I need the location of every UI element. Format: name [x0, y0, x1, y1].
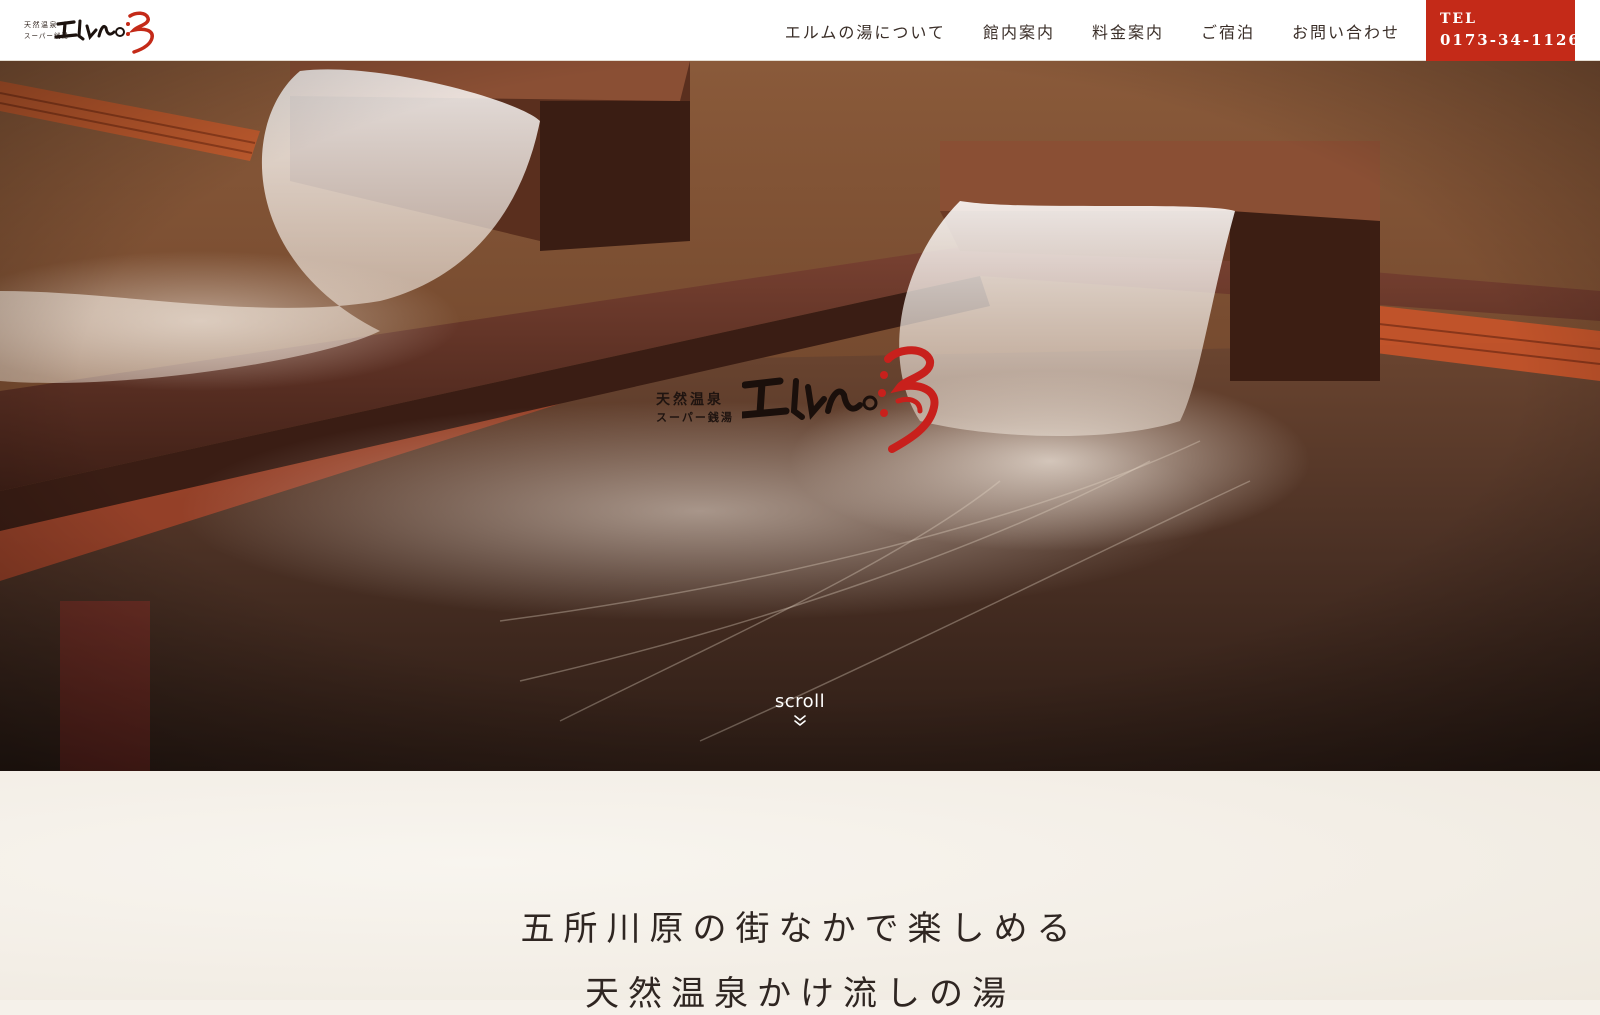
- intro-section: 五所川原の街なかで楽しめる 天然温泉かけ流しの湯: [0, 771, 1600, 1014]
- intro-heading-line-1: 五所川原の街なかで楽しめる: [520, 909, 1080, 949]
- intro-heading-line-2: 天然温泉かけ流しの湯: [585, 974, 1015, 1014]
- hero-logo-tagline-bottom: スーパー銭湯: [656, 411, 734, 424]
- chevron-double-down-icon: [794, 715, 806, 726]
- main-nav: エルムの湯について 館内案内 料金案内 ご宿泊 お問い合わせ: [748, 0, 1400, 61]
- site-header: 天然温泉 スーパー銭湯 エルムの湯について 館内案内 料金案内 ご宿泊 お問い合…: [0, 0, 1600, 61]
- scroll-indicator[interactable]: scroll: [760, 691, 840, 728]
- site-logo[interactable]: 天然温泉 スーパー銭湯: [22, 6, 154, 56]
- tel-button[interactable]: TEL 0173-34-1126: [1426, 0, 1581, 61]
- logo-calligraphy-icon: [54, 11, 154, 54]
- hero-logo-calligraphy-icon: [742, 346, 939, 453]
- nav-item-contact[interactable]: お問い合わせ: [1292, 19, 1400, 43]
- nav-item-lodging[interactable]: ご宿泊: [1201, 19, 1255, 43]
- hero-logo: 天然温泉 スーパー銭湯: [652, 331, 952, 461]
- tel-label: TEL: [1440, 11, 1477, 27]
- hero-logo-tagline-top: 天然温泉: [656, 392, 724, 408]
- nav-item-about[interactable]: エルムの湯について: [785, 19, 946, 43]
- nav-item-facility[interactable]: 館内案内: [983, 19, 1055, 43]
- logo-tagline-top: 天然温泉: [24, 21, 58, 29]
- nav-item-pricing[interactable]: 料金案内: [1092, 19, 1164, 43]
- scroll-label: scroll: [774, 691, 826, 712]
- hero-section: 天然温泉 スーパー銭湯 scroll: [0, 61, 1600, 771]
- tel-number: 0173-34-1126: [1440, 31, 1581, 49]
